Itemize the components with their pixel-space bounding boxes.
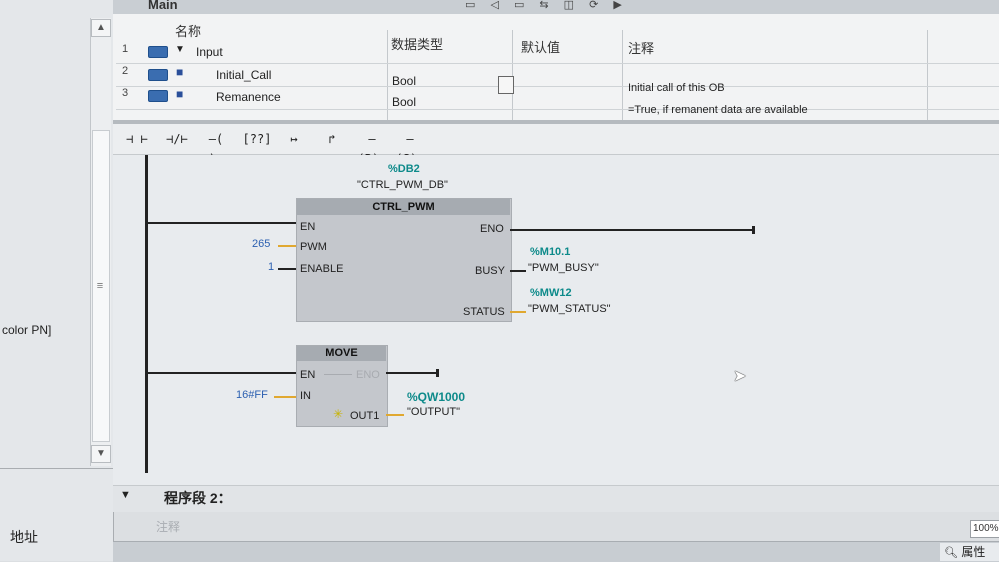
- status-address[interactable]: %MW12: [530, 287, 572, 299]
- variable-name[interactable]: Initial_Call: [216, 68, 271, 82]
- collapse-arrow-icon[interactable]: ▼: [120, 489, 131, 501]
- segment-2-title[interactable]: 程序段 2：: [164, 488, 232, 508]
- segment-2-header[interactable]: [113, 485, 999, 512]
- row-number: 2: [122, 65, 129, 77]
- set-coil-button[interactable]: –(S)–: [392, 129, 428, 166]
- panel-divider: [0, 468, 113, 469]
- move-pin-in: IN: [300, 390, 311, 402]
- pin-eno: ENO: [480, 223, 504, 235]
- busy-symbol[interactable]: "PWM_BUSY": [528, 262, 599, 274]
- header-name[interactable]: 名称: [175, 21, 201, 40]
- row-number: 1: [122, 43, 129, 55]
- move-eno-end: [436, 369, 439, 377]
- pwm-connector: [278, 245, 296, 247]
- ctrl-pwm-title: CTRL_PWM: [297, 199, 510, 215]
- move-pin-out1: OUT1: [350, 410, 380, 422]
- reset-coil-button[interactable]: –(R)–: [354, 129, 390, 166]
- row-number: 3: [122, 87, 129, 99]
- eno-wire-end: [752, 226, 755, 234]
- pin-pwm: PWM: [300, 241, 327, 253]
- bullet-icon: ■: [176, 87, 184, 101]
- pin-en: EN: [300, 221, 316, 233]
- segment-2-comment[interactable]: 注释: [156, 518, 180, 535]
- coil-button[interactable]: –( )–: [198, 129, 234, 166]
- move-out-symbol[interactable]: "OUTPUT": [407, 406, 460, 418]
- ctrl-pwm-block[interactable]: [296, 198, 512, 322]
- pwm-value[interactable]: 265: [252, 238, 270, 250]
- properties-label: 属性: [961, 545, 986, 559]
- variable-comment[interactable]: =True, if remanent data are available: [628, 104, 808, 116]
- add-output-icon[interactable]: ✳: [333, 407, 343, 421]
- status-connector: [510, 311, 526, 313]
- properties-icon: 🔍︎: [944, 547, 958, 559]
- grip-icon: ≡: [96, 280, 104, 292]
- busy-connector: [510, 270, 526, 272]
- move-out-address[interactable]: %QW1000: [407, 390, 465, 404]
- variable-name[interactable]: Input: [196, 45, 223, 59]
- move-eno-wire: [386, 372, 438, 374]
- en-wire: [147, 222, 296, 224]
- move-en-wire: [147, 372, 296, 374]
- power-rail: [145, 155, 148, 473]
- status-symbol[interactable]: "PWM_STATUS": [528, 303, 611, 315]
- block-title: Main: [148, 0, 178, 12]
- disabled-wire: [324, 374, 352, 375]
- nc-contact-button[interactable]: ⊣/⊢: [160, 129, 194, 149]
- variable-datatype[interactable]: Bool: [392, 95, 416, 109]
- expand-arrow-icon[interactable]: ▼: [175, 44, 185, 55]
- move-in-value[interactable]: 16#FF: [236, 389, 268, 401]
- bullet-icon: ■: [176, 65, 184, 79]
- variable-datatype[interactable]: Bool: [392, 74, 416, 88]
- eno-wire: [510, 229, 754, 231]
- empty-box-button[interactable]: [??]: [242, 129, 272, 149]
- address-label: 地址: [10, 529, 38, 545]
- variable-icon: [148, 69, 168, 81]
- move-title: MOVE: [297, 346, 386, 361]
- move-out-connector: [386, 414, 404, 416]
- pin-enable: ENABLE: [300, 263, 344, 275]
- busy-address[interactable]: %M10.1: [530, 246, 570, 258]
- instance-db-address[interactable]: %DB2: [388, 163, 420, 175]
- properties-tab[interactable]: 🔍︎ 属性: [940, 543, 999, 561]
- ladder-network-1[interactable]: [113, 155, 999, 485]
- move-pin-en: EN: [300, 369, 316, 381]
- open-branch-button[interactable]: ↦: [282, 129, 306, 149]
- scroll-down-button[interactable]: ▼: [91, 445, 111, 463]
- pin-busy: BUSY: [475, 265, 505, 277]
- enable-value[interactable]: 1: [268, 261, 274, 273]
- move-pin-eno: ENO: [356, 369, 380, 381]
- status-bar: [113, 541, 999, 562]
- scroll-up-button[interactable]: ▲: [91, 19, 111, 37]
- tree-item-label[interactable]: color PN]: [2, 323, 51, 337]
- zoom-field[interactable]: 100%: [970, 520, 999, 538]
- close-branch-button[interactable]: ↱: [320, 129, 344, 149]
- instance-db-symbol[interactable]: "CTRL_PWM_DB": [357, 179, 448, 191]
- variable-name[interactable]: Remanence: [216, 90, 281, 104]
- enable-connector: [278, 268, 296, 270]
- mouse-cursor-icon: ➤: [733, 368, 747, 385]
- pin-status: STATUS: [463, 306, 505, 318]
- editor-tool-icons[interactable]: ▭ ◁ ▭ ⇆ ◫ ⟳ ▶: [465, 0, 628, 11]
- move-in-connector: [274, 396, 296, 398]
- no-contact-button[interactable]: ⊣ ⊢: [120, 129, 154, 149]
- variable-icon: [148, 90, 168, 102]
- input-section-icon: [148, 46, 168, 58]
- interface-row[interactable]: [116, 41, 999, 64]
